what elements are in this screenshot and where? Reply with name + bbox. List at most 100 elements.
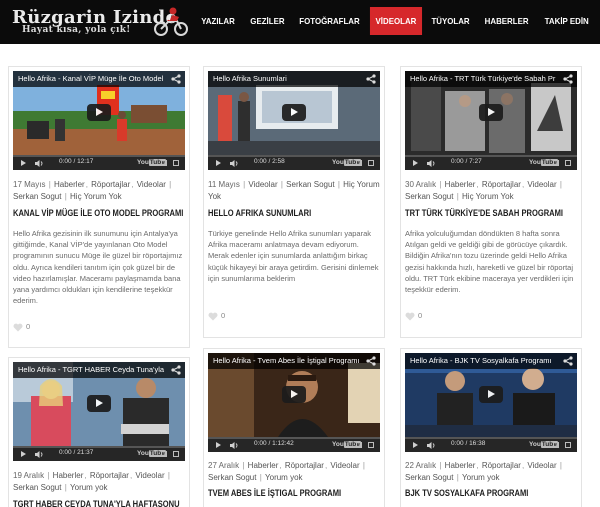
heart-icon[interactable] bbox=[208, 312, 218, 321]
comments-link[interactable]: Hiç Yorum Yok bbox=[70, 192, 122, 201]
play-button[interactable] bbox=[87, 395, 111, 412]
video-title[interactable]: Hello Afrika Sunumlari bbox=[213, 74, 361, 83]
nav-item-haberler[interactable]: HABERLER bbox=[479, 7, 534, 35]
post-title[interactable]: KANAL VİP MÜGE İLE OTO MODEL PROGRAMI bbox=[13, 208, 183, 218]
video-title[interactable]: Hello Afrika - BJK TV Sosyalkafa Program… bbox=[410, 356, 558, 365]
site-logo[interactable]: Rüzgarin Izinde Hayat kısa, yola çık! bbox=[12, 7, 188, 39]
comments-link[interactable]: Yorum yok bbox=[70, 483, 108, 492]
like-counter[interactable]: 0 bbox=[208, 311, 225, 321]
fullscreen-icon[interactable] bbox=[565, 442, 571, 448]
like-counter[interactable]: 0 bbox=[13, 322, 30, 332]
category-link[interactable]: Videolar bbox=[527, 180, 556, 189]
author-link[interactable]: Serkan Sogut bbox=[405, 192, 453, 201]
post-title[interactable]: TVEM ABES İLE İŞTIGAL PROGRAMI bbox=[208, 488, 341, 498]
share-icon[interactable] bbox=[171, 74, 181, 84]
nav-item-tuyolar[interactable]: TÜYOLAR bbox=[426, 7, 475, 35]
share-icon[interactable] bbox=[366, 74, 376, 84]
category-link[interactable]: Videolar bbox=[527, 461, 556, 470]
settings-icon[interactable] bbox=[161, 451, 167, 457]
video-player[interactable]: Hello Afrika Sunumlari 0:00 / 2:58 YouTu… bbox=[208, 71, 380, 170]
post-title[interactable]: TGRT HABER CEYDA TUNA'YLA HAFTASONU bbox=[13, 499, 180, 507]
post-title[interactable]: TRT TÜRK TÜRKİYE'DE SABAH PROGRAMI bbox=[405, 208, 563, 218]
play-icon[interactable] bbox=[21, 160, 26, 166]
play-button[interactable] bbox=[479, 386, 503, 403]
play-icon[interactable] bbox=[21, 451, 26, 457]
volume-icon[interactable] bbox=[35, 160, 44, 167]
heart-icon[interactable] bbox=[13, 323, 23, 332]
category-link[interactable]: Videolar bbox=[135, 471, 164, 480]
category-link[interactable]: Röportajlar bbox=[482, 461, 521, 470]
comments-link[interactable]: Yorum yok bbox=[462, 473, 500, 482]
share-icon[interactable] bbox=[563, 74, 573, 84]
heart-icon[interactable] bbox=[405, 312, 415, 321]
video-player[interactable]: Hello Afrika - Tvem Abes İle İştigal Pro… bbox=[208, 353, 380, 452]
author-link[interactable]: Serkan Sogut bbox=[13, 192, 61, 201]
fullscreen-icon[interactable] bbox=[173, 451, 179, 457]
video-title[interactable]: Hello Afrika - Tvem Abes İle İştigal Pro… bbox=[213, 356, 361, 365]
volume-icon[interactable] bbox=[230, 442, 239, 449]
progress-bar[interactable] bbox=[13, 446, 185, 448]
category-link[interactable]: Röportajlar bbox=[91, 180, 130, 189]
author-link[interactable]: Serkan Sogut bbox=[405, 473, 453, 482]
nav-item-yazilar[interactable]: YAZILAR bbox=[196, 7, 241, 35]
volume-icon[interactable] bbox=[230, 160, 239, 167]
progress-bar[interactable] bbox=[208, 155, 380, 157]
share-icon[interactable] bbox=[563, 356, 573, 366]
category-link[interactable]: Röportajlar bbox=[285, 461, 324, 470]
like-counter[interactable]: 0 bbox=[405, 311, 422, 321]
video-player[interactable]: Hello Afrika - TRT Türk Türkiye'de Sabah… bbox=[405, 71, 577, 170]
volume-icon[interactable] bbox=[427, 442, 436, 449]
nav-item-geziler[interactable]: GEZİLER bbox=[244, 7, 289, 35]
post-title[interactable]: HELLO AFRIKA SUNUMLARI bbox=[208, 208, 311, 218]
play-button[interactable] bbox=[282, 386, 306, 403]
play-button[interactable] bbox=[479, 104, 503, 121]
video-player[interactable]: Hello Afrika - BJK TV Sosyalkafa Program… bbox=[405, 353, 577, 452]
category-link[interactable]: Videolar bbox=[248, 180, 277, 189]
author-link[interactable]: Serkan Sogut bbox=[208, 473, 256, 482]
progress-bar[interactable] bbox=[405, 437, 577, 439]
video-title[interactable]: Hello Afrika - TRT Türk Türkiye'de Sabah… bbox=[410, 74, 558, 83]
share-icon[interactable] bbox=[171, 365, 181, 375]
author-link[interactable]: Serkan Sogut bbox=[13, 483, 61, 492]
nav-item-videolar[interactable]: VİDEOLAR bbox=[370, 7, 423, 35]
progress-bar[interactable] bbox=[405, 155, 577, 157]
play-icon[interactable] bbox=[216, 442, 221, 448]
settings-icon[interactable] bbox=[356, 442, 362, 448]
fullscreen-icon[interactable] bbox=[173, 160, 179, 166]
category-link[interactable]: Röportajlar bbox=[90, 471, 129, 480]
category-link[interactable]: Haberler bbox=[445, 461, 476, 470]
settings-icon[interactable] bbox=[161, 160, 167, 166]
nav-item-fotograflar[interactable]: FOTOĞRAFLAR bbox=[294, 7, 366, 35]
category-link[interactable]: Videolar bbox=[330, 461, 359, 470]
comments-link[interactable]: Yorum yok bbox=[265, 473, 303, 482]
play-button[interactable] bbox=[87, 104, 111, 121]
play-icon[interactable] bbox=[413, 442, 418, 448]
video-title[interactable]: Hello Afrika - Kanal VİP Müge İle Oto Mo… bbox=[18, 74, 166, 83]
fullscreen-icon[interactable] bbox=[565, 160, 571, 166]
comments-link[interactable]: Hiç Yorum Yok bbox=[462, 192, 514, 201]
settings-icon[interactable] bbox=[553, 442, 559, 448]
category-link[interactable]: Haberler bbox=[54, 180, 85, 189]
video-title[interactable]: Hello Afrika - TGRT HABER Ceyda Tuna'yla bbox=[18, 365, 166, 374]
settings-icon[interactable] bbox=[356, 160, 362, 166]
category-link[interactable]: Röportajlar bbox=[482, 180, 521, 189]
video-player[interactable]: Hello Afrika - TGRT HABER Ceyda Tuna'yla… bbox=[13, 362, 185, 461]
play-button[interactable] bbox=[282, 104, 306, 121]
category-link[interactable]: Videolar bbox=[137, 180, 166, 189]
progress-bar[interactable] bbox=[13, 155, 185, 157]
post-title[interactable]: BJK TV SOSYALKAFA PROGRAMI bbox=[405, 488, 528, 498]
progress-bar[interactable] bbox=[208, 437, 380, 439]
play-icon[interactable] bbox=[413, 160, 418, 166]
author-link[interactable]: Serkan Sogut bbox=[286, 180, 334, 189]
play-icon[interactable] bbox=[216, 160, 221, 166]
volume-icon[interactable] bbox=[35, 451, 44, 458]
nav-item-takip-edin[interactable]: TAKİP EDİN bbox=[539, 7, 594, 35]
fullscreen-icon[interactable] bbox=[368, 160, 374, 166]
video-player[interactable]: Hello Afrika - Kanal VİP Müge İle Oto Mo… bbox=[13, 71, 185, 170]
category-link[interactable]: Haberler bbox=[445, 180, 476, 189]
category-link[interactable]: Haberler bbox=[53, 471, 84, 480]
fullscreen-icon[interactable] bbox=[368, 442, 374, 448]
volume-icon[interactable] bbox=[427, 160, 436, 167]
settings-icon[interactable] bbox=[553, 160, 559, 166]
share-icon[interactable] bbox=[366, 356, 376, 366]
